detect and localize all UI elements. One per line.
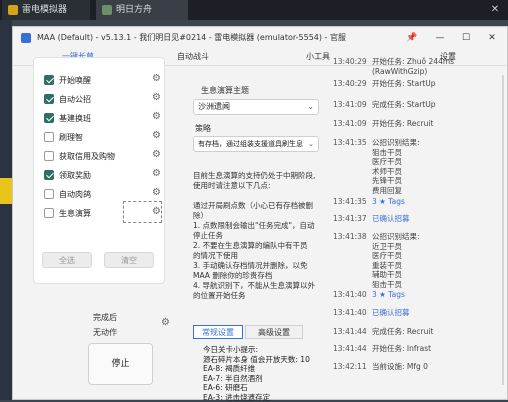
task-label: 获取信用及购物 [59, 152, 115, 161]
maa-logo-icon [21, 33, 31, 43]
clear-button[interactable]: 清空 [104, 252, 154, 268]
close-button[interactable]: ✕ [485, 31, 499, 45]
log-message: 完成任务: StartUp [372, 100, 436, 109]
pin-icon[interactable]: 📌 [405, 31, 419, 45]
emulator-tab-label: 明日方舟 [116, 5, 153, 15]
task-checkbox[interactable] [44, 151, 54, 161]
task-label: 刷理智 [59, 133, 83, 142]
window-title: MAA (Default) - v5.13.1 - 我们明日见#0214 - 雷… [37, 33, 346, 42]
theme-dropdown[interactable]: 沙洲遗闻 ⌄ [193, 99, 319, 115]
log-message: 3 ★ Tags [372, 197, 405, 206]
task-checkbox[interactable] [44, 113, 54, 123]
select-all-button[interactable]: 全选 [42, 252, 92, 268]
theme-value: 沙洲遗闻 [198, 102, 230, 111]
task-label: 自动公招 [59, 95, 91, 104]
gear-icon[interactable]: ⚙ [161, 317, 170, 328]
log-message: 当前设施: Mfg 0 [372, 362, 428, 371]
emulator-tab-label: 雷电模拟器 [22, 5, 68, 15]
chevron-down-icon: ⌄ [307, 102, 314, 111]
gear-icon[interactable]: ⚙ [152, 187, 161, 198]
log-time: 13:41:44 [333, 327, 367, 336]
log-panel: 13:40:29 开始任务: Zhuǒ 244ms (RawWithGzip) 1… [333, 57, 508, 387]
task-checkbox[interactable] [44, 94, 54, 104]
log-message: 开始任务: Zhuǒ 244ms (RawWithGzip) [372, 57, 455, 76]
log-time: 13:41:44 [333, 344, 367, 353]
task-checkbox[interactable] [44, 170, 54, 180]
task-label: 基建换班 [59, 114, 91, 123]
gear-icon[interactable]: ⚙ [152, 92, 161, 103]
chevron-down-icon: ⌄ [308, 140, 314, 148]
log-message: 公招识别结果: 近卫干员 医疗干员 重装干员 辅助干员 狙击干员 [372, 232, 420, 289]
log-time: 13:40:29 [333, 79, 367, 88]
log-message: 完成任务: Recruit [372, 327, 434, 336]
log-message: 公招识别结果: 狙击干员 医疗干员 术师干员 先锋干员 费用回复 [372, 138, 420, 195]
arknights-icon [102, 4, 112, 15]
log-scrollbar[interactable] [502, 75, 504, 385]
gear-icon[interactable]: ⚙ [152, 206, 161, 217]
log-message: 开始任务: Recruit [372, 119, 434, 128]
log-time: 13:41:09 [333, 119, 367, 128]
after-complete-value[interactable]: 无动作 [93, 327, 117, 338]
ldplayer-icon [8, 4, 18, 15]
emulator-background [0, 20, 12, 400]
log-time: 13:41:38 [333, 232, 367, 241]
daily-stage-tips: 今日关卡小提示: 源石碎片本身 值会开放天数: 10 EA-8: 褐质纤维 EA… [203, 345, 310, 402]
log-message: 开始任务: Infrast [372, 344, 432, 353]
log-message: 已确认招募 [372, 214, 410, 223]
task-list-panel: 开始唤醒 ⚙ 自动公招 ⚙ 基建换班 ⚙ 刷理智 ⚙ 获取信用及购物 ⚙ 领取奖… [33, 57, 165, 284]
theme-label: 生息演算主题 [201, 86, 249, 95]
gear-icon[interactable]: ⚙ [152, 130, 161, 141]
task-checkbox[interactable] [44, 208, 54, 218]
reclamation-description: 目前生息演算的支持仍处于中期阶段, 使用时请注意以下几点: 通过开局刷点数（小心… [193, 171, 316, 300]
gear-icon[interactable]: ⚙ [152, 168, 161, 179]
maa-window: MAA (Default) - v5.13.1 - 我们明日见#0214 - 雷… [12, 26, 508, 402]
task-checkbox[interactable] [44, 189, 54, 199]
log-time: 13:41:35 [333, 197, 367, 206]
task-label: 开始唤醒 [59, 76, 91, 85]
strategy-label: 策略 [195, 124, 211, 133]
emulator-tab-ldplayer[interactable]: 雷电模拟器 [2, 0, 90, 20]
log-time: 13:41:09 [333, 100, 367, 109]
gear-icon[interactable]: ⚙ [152, 149, 161, 160]
emulator-close-icon[interactable]: ✕ [488, 3, 502, 17]
task-checkbox[interactable] [44, 75, 54, 85]
emulator-background-accent [0, 178, 12, 204]
log-message: 已确认招募 [372, 308, 410, 317]
normal-settings-button[interactable]: 常规设置 [193, 325, 243, 339]
advanced-settings-button[interactable]: 高级设置 [245, 325, 303, 339]
gear-icon[interactable]: ⚙ [152, 111, 161, 122]
maximize-button[interactable]: ☐ [459, 31, 473, 45]
gear-icon[interactable]: ⚙ [152, 73, 161, 84]
task-label: 自动肉鸽 [59, 190, 91, 199]
stop-button[interactable]: 停止 [88, 343, 153, 385]
log-time: 13:41:37 [333, 214, 367, 223]
log-message: 3 ★ Tags [372, 290, 405, 299]
log-time: 13:42:11 [333, 362, 367, 371]
log-time: 13:41:35 [333, 138, 367, 147]
strategy-value: 有存档，通过组装支援道具刷生息 [198, 140, 303, 148]
log-time: 13:41:40 [333, 308, 367, 317]
emulator-tab-bar: 雷电模拟器 明日方舟 ✕ [0, 0, 508, 20]
log-message: 开始任务: StartUp [372, 79, 436, 88]
log-time: 13:41:40 [333, 290, 367, 299]
log-time: 13:40:29 [333, 57, 367, 66]
strategy-dropdown[interactable]: 有存档，通过组装支援道具刷生息 ⌄ [193, 136, 319, 152]
after-complete-label: 完成后 [93, 313, 117, 322]
minimize-button[interactable]: — [433, 31, 447, 45]
task-checkbox[interactable] [44, 132, 54, 142]
task-label: 生息演算 [59, 209, 91, 218]
emulator-tab-arknights[interactable]: 明日方舟 [96, 0, 188, 20]
title-bar: MAA (Default) - v5.13.1 - 我们明日见#0214 - 雷… [13, 27, 507, 49]
task-label: 领取奖励 [59, 171, 91, 180]
